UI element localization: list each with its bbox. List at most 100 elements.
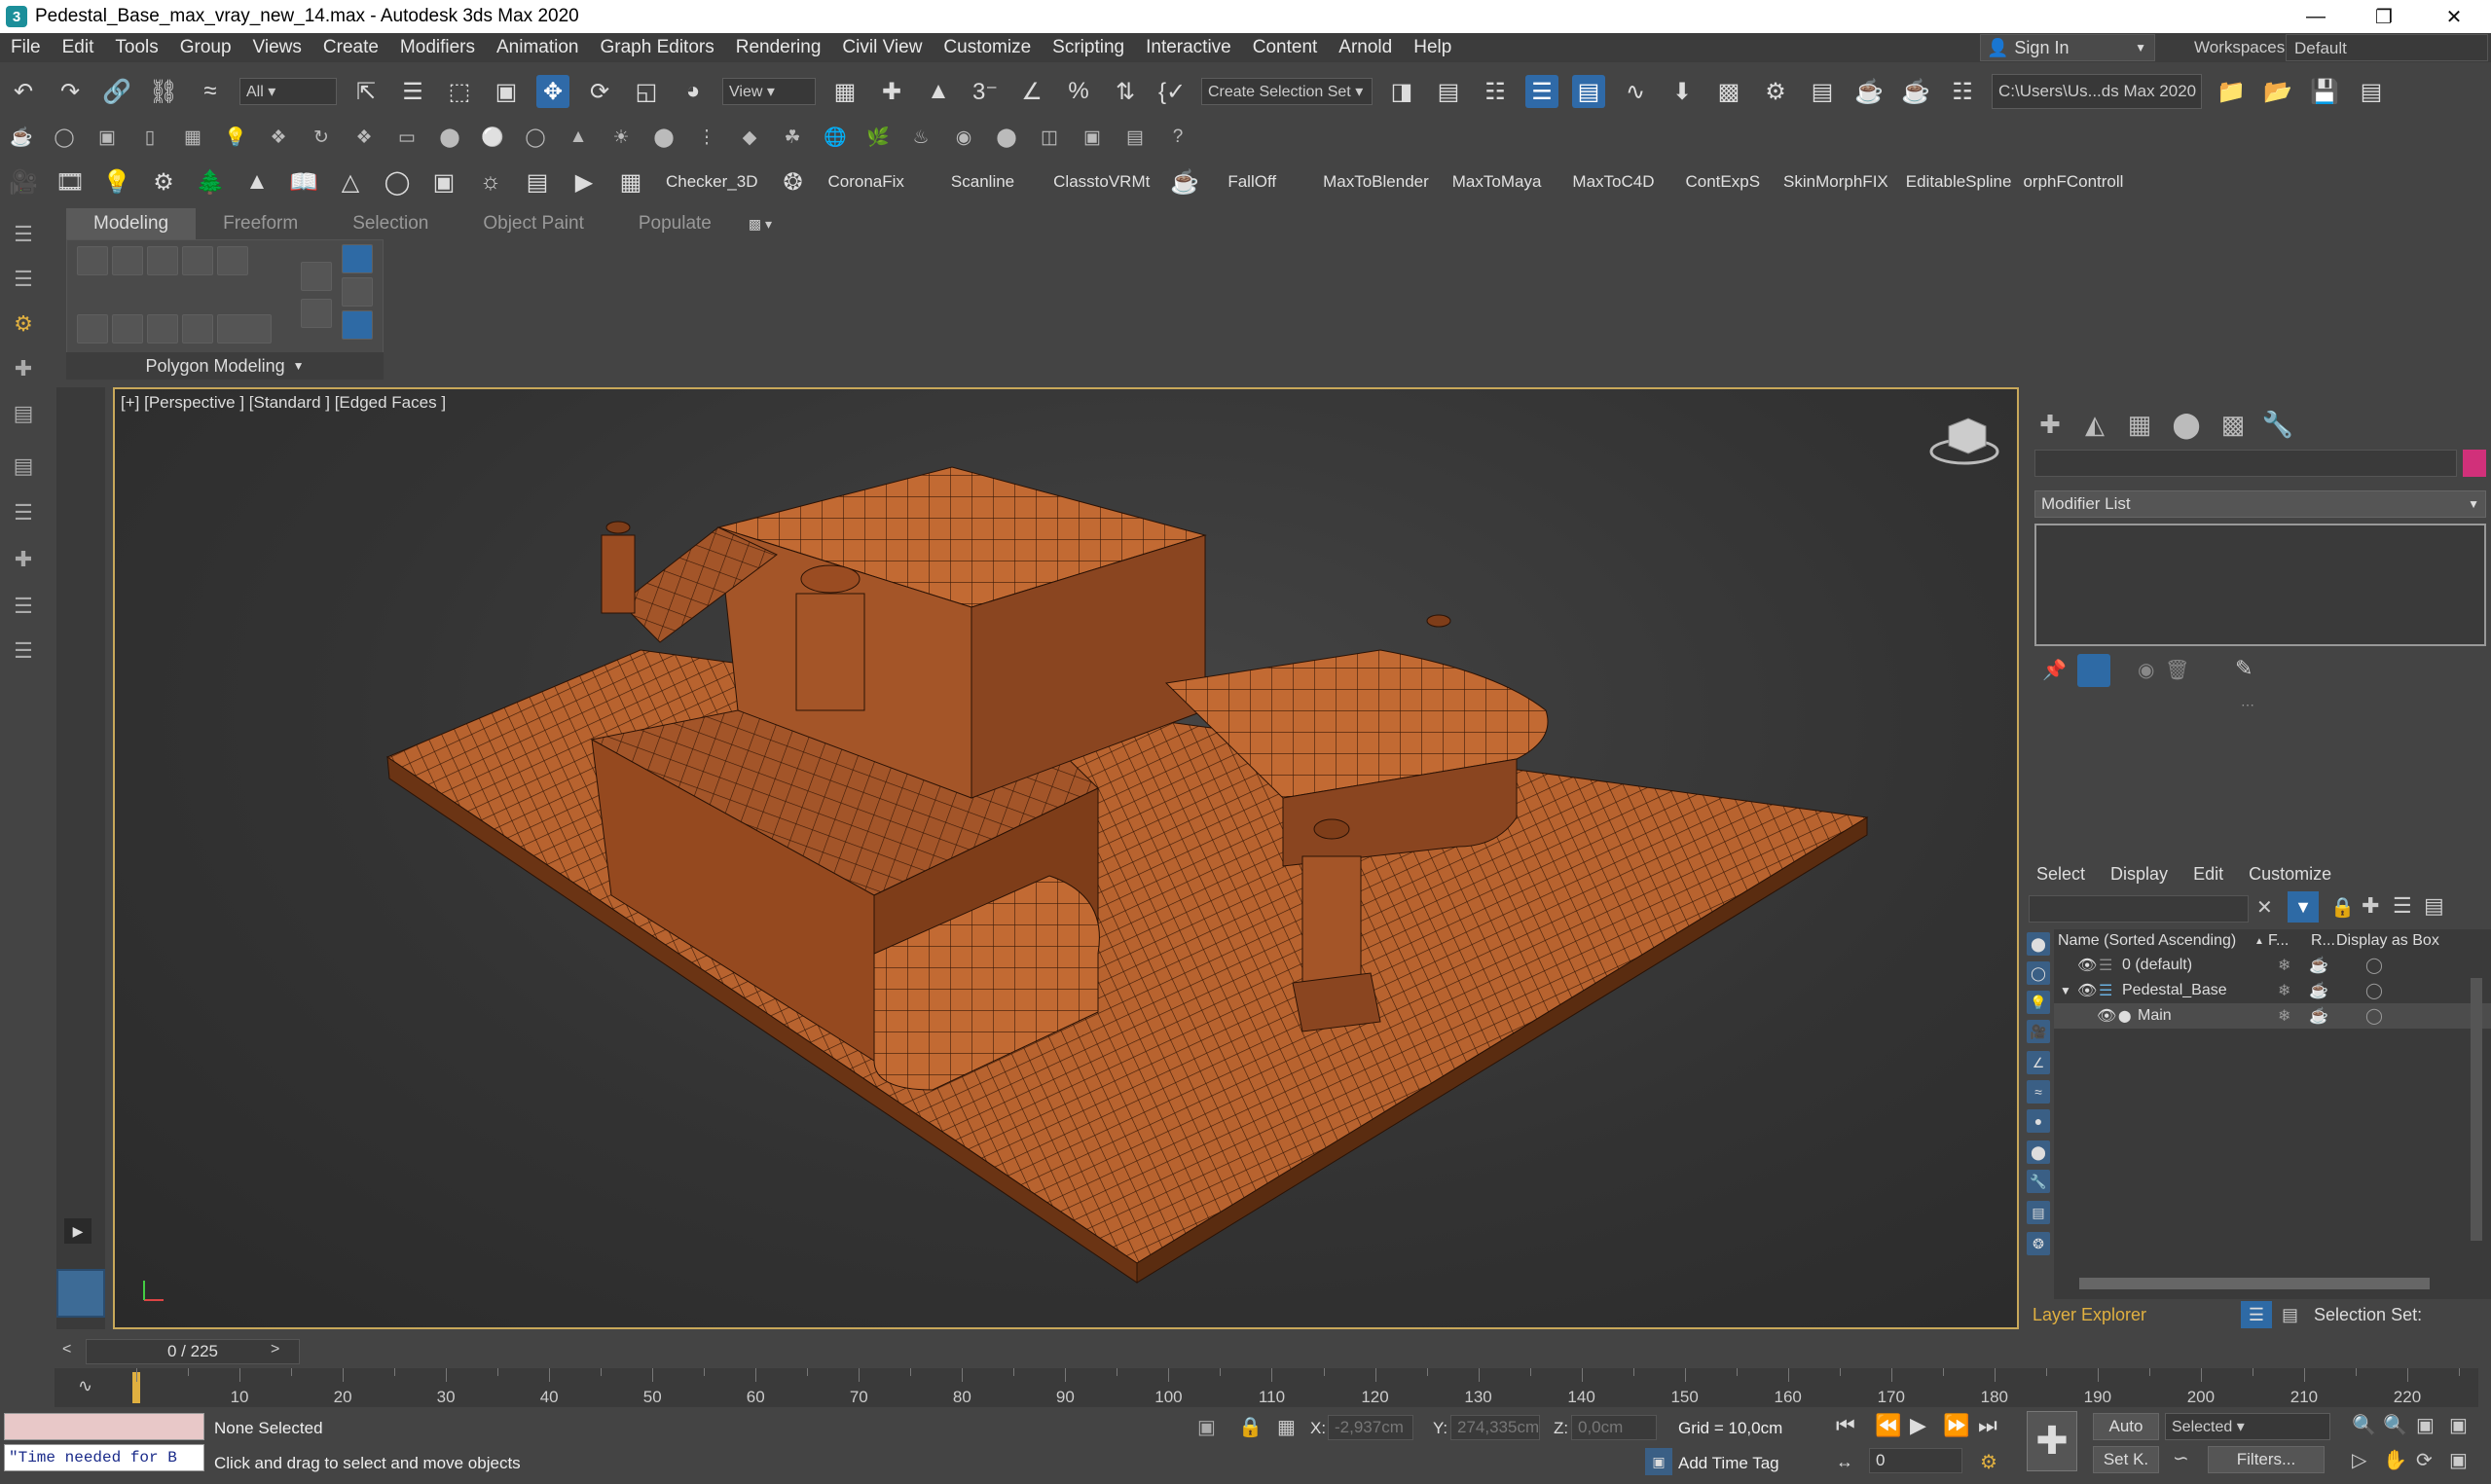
menu-civil-view[interactable]: Civil View <box>831 37 933 58</box>
display-tab-icon[interactable]: ▩ <box>2214 405 2253 444</box>
restore-icon[interactable]: ❐ <box>2350 0 2418 33</box>
plugin-editablespline[interactable]: EditableSpline <box>1906 172 2012 192</box>
toggle-scene-explorer-icon[interactable]: ☷ <box>1479 75 1512 108</box>
layer-explorer-toggle-icon[interactable]: ☰ <box>2241 1301 2272 1328</box>
border-icon[interactable] <box>147 246 178 275</box>
render-icon[interactable]: ☕ <box>2309 956 2328 975</box>
layer-stack-2-icon[interactable]: ☰ <box>8 592 39 621</box>
menu-scripting[interactable]: Scripting <box>1042 37 1135 58</box>
book-icon[interactable]: 📖 <box>287 165 320 199</box>
freeze-icon[interactable]: ❄ <box>2278 1006 2290 1026</box>
schematic-view-icon[interactable]: ⬇ <box>1666 75 1699 108</box>
layer-options-icon[interactable]: ▤ <box>2424 893 2444 919</box>
select-rotate-icon[interactable]: ⟳ <box>583 75 616 108</box>
pivot-center-icon[interactable]: ▦ <box>828 75 861 108</box>
selection-filter-dropdown[interactable]: All ▾ <box>239 78 337 105</box>
window-crossing-icon[interactable]: ▣ <box>490 75 523 108</box>
spin-icon[interactable]: ↻ <box>308 124 335 151</box>
isolate-icon[interactable]: ▣ <box>1197 1415 1216 1439</box>
save-icon[interactable]: 💾 <box>2308 75 2341 108</box>
film-camera-icon[interactable]: 🎞 <box>54 165 87 199</box>
next-frame-icon[interactable]: > <box>271 1341 279 1358</box>
select-move-icon[interactable]: ✥ <box>536 75 569 108</box>
cone-icon[interactable]: ▲ <box>565 124 592 151</box>
set-key-button[interactable]: Set K. <box>2093 1446 2159 1473</box>
configure-sets-icon[interactable]: ✎ <box>2235 656 2253 681</box>
display-containers-icon[interactable]: ▤ <box>2027 1201 2050 1224</box>
absolute-mode-icon[interactable]: ▦ <box>1277 1415 1296 1439</box>
orbit-icon[interactable]: ⟳ <box>2416 1448 2433 1472</box>
plugin-orphfcontroll[interactable]: orphFControll <box>2023 172 2123 192</box>
layers-icon[interactable]: ☰ <box>8 220 39 249</box>
maximize-viewport-icon[interactable]: ▣ <box>2449 1448 2468 1472</box>
col-display-as-box[interactable]: Display as Box <box>2336 932 2439 950</box>
modify-tab-icon[interactable]: ◭ <box>2075 405 2114 444</box>
go-to-end-icon[interactable]: ⏭ <box>1978 1413 1997 1438</box>
grass-icon[interactable]: △ <box>334 165 367 199</box>
collapse-stack-icon[interactable] <box>147 314 178 344</box>
explorer-menu-select[interactable]: Select <box>2036 864 2085 885</box>
menu-help[interactable]: Help <box>1403 37 1462 58</box>
clear-search-icon[interactable]: ✕ <box>2256 895 2273 920</box>
plugin-scanline[interactable]: Scanline <box>951 172 1014 192</box>
redo-icon[interactable]: ↷ <box>54 75 87 108</box>
cylinder-icon[interactable]: ▯ <box>136 124 164 151</box>
select-place-icon[interactable]: ◕ <box>677 75 710 108</box>
z-coordinate-field[interactable]: 0,0cm <box>1571 1415 1657 1440</box>
layer-stack-3-icon[interactable]: ☰ <box>8 636 39 666</box>
fur-icon[interactable]: ♨ <box>907 124 934 151</box>
grid-icon[interactable]: ▦ <box>179 124 206 151</box>
curve-editor-mini-icon[interactable]: ∿ <box>78 1376 92 1396</box>
named-selection-set-dropdown[interactable]: Create Selection Set ▾ <box>1201 78 1373 105</box>
viewport-layout-tab[interactable] <box>56 1269 105 1318</box>
edge-icon[interactable] <box>112 246 143 275</box>
menu-rendering[interactable]: Rendering <box>725 37 832 58</box>
motion-tab-icon[interactable]: ⬤ <box>2167 405 2206 444</box>
more-icon[interactable]: ▤ <box>2355 75 2388 108</box>
use-selection-icon[interactable] <box>342 244 373 273</box>
geosphere-icon[interactable]: ⚪ <box>479 124 506 151</box>
zoom-extents-icon[interactable]: ▣ <box>2416 1413 2435 1437</box>
layer-doc-icon[interactable]: ▤ <box>8 452 39 481</box>
plugin-skinmorphfix[interactable]: SkinMorphFIX <box>1783 172 1888 192</box>
snaps-toggle-icon[interactable]: 3⁻ <box>969 75 1002 108</box>
display-helpers-icon[interactable]: ∠ <box>2027 1051 2050 1074</box>
menu-customize[interactable]: Customize <box>933 37 1042 58</box>
menu-animation[interactable]: Animation <box>486 37 590 58</box>
unlink-icon[interactable]: ⛓ <box>147 75 180 108</box>
display-bones-icon[interactable]: 🔧 <box>2027 1170 2050 1193</box>
spinner-snap-icon[interactable]: ⇅ <box>1109 75 1142 108</box>
auto-key-button[interactable]: Auto <box>2093 1413 2159 1440</box>
workspaces-select[interactable]: Default <box>2286 34 2488 61</box>
zoom-icon[interactable]: 🔍 <box>2352 1413 2376 1437</box>
coronafix-icon[interactable]: ❂ <box>777 165 810 199</box>
tree-icon[interactable]: 🌲 <box>194 165 227 199</box>
keyboard-shortcut-icon[interactable]: ▲ <box>922 75 955 108</box>
col-render[interactable]: R... <box>2311 932 2335 950</box>
open-icon[interactable]: 📂 <box>2261 75 2294 108</box>
utilities-tab-icon[interactable]: 🔧 <box>2258 405 2297 444</box>
explorer-menu-edit[interactable]: Edit <box>2193 864 2223 885</box>
shapes-icon[interactable]: ❖ <box>350 124 378 151</box>
sign-in-button[interactable]: 👤 Sign In ▼ <box>1980 34 2155 61</box>
menu-create[interactable]: Create <box>312 37 389 58</box>
play-icon[interactable]: ▶ <box>1910 1413 1926 1438</box>
tab-populate[interactable]: Populate <box>611 208 739 239</box>
mirror-icon[interactable]: ◨ <box>1385 75 1418 108</box>
layer-add-icon[interactable]: ✚ <box>8 354 39 383</box>
vray-frame-buffer-icon[interactable]: ▣ <box>1079 124 1106 151</box>
link-icon[interactable]: 🔗 <box>100 75 133 108</box>
plugin-maxtoc4d[interactable]: MaxToC4D <box>1572 172 1654 192</box>
proxy-icon[interactable]: ◉ <box>950 124 977 151</box>
eye-icon[interactable]: 👁 <box>2097 1006 2116 1026</box>
select-scale-icon[interactable]: ◱ <box>630 75 663 108</box>
box-display-icon[interactable]: ◯ <box>2365 956 2383 975</box>
camera-icon[interactable]: 🎥 <box>7 165 40 199</box>
layer-stack-icon[interactable]: ☰ <box>2393 893 2412 919</box>
display-groups-icon[interactable]: ● <box>2027 1109 2050 1133</box>
show-end-result-toggle[interactable] <box>2077 654 2110 687</box>
light-icon[interactable]: ☼ <box>474 165 507 199</box>
sky-icon[interactable]: ⬤ <box>650 124 678 151</box>
toggle-ribbon-icon[interactable]: ▤ <box>1572 75 1605 108</box>
tree-row[interactable]: ▼ 👁 ☰ Pedestal_Base ❄ ☕ ◯ <box>2054 978 2491 1003</box>
